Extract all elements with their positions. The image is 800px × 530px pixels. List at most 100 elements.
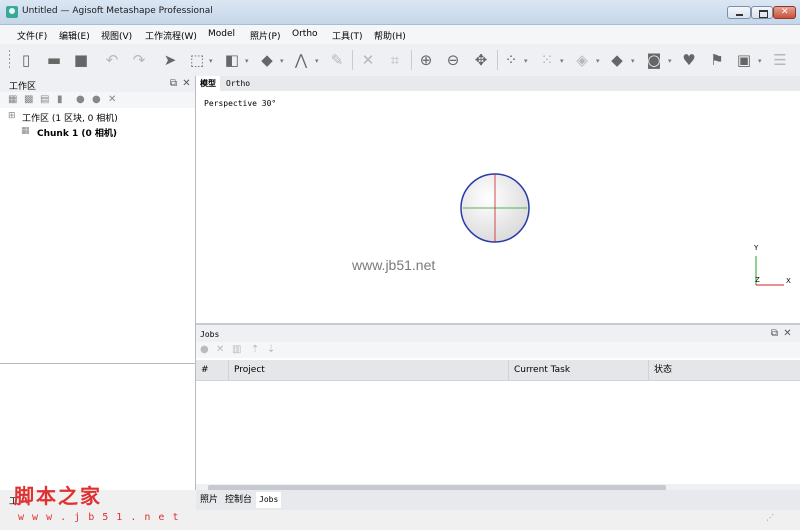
menu-bar: 文件(F) 编辑(E) 视图(V) 工作流程(W) Model 照片(P) Or…	[0, 25, 800, 44]
move-up-icon[interactable]: ⇡	[251, 344, 259, 355]
menu-tools[interactable]: 工具(T)	[332, 29, 363, 42]
watermark-text: www.jb51.net	[352, 257, 436, 273]
column-header[interactable]: 状态	[649, 360, 800, 380]
window-title: Untitled — Agisoft Metashape Professiona…	[22, 6, 213, 16]
polyline-icon[interactable]: ⋀	[291, 50, 311, 70]
model-viewport[interactable]: Perspective 30° www.jb51.net Y Z X	[196, 91, 800, 323]
chevron-down-icon[interactable]: ▾	[280, 57, 284, 65]
app-icon	[6, 6, 18, 18]
resize-grip-icon[interactable]: ⋰	[766, 513, 778, 523]
column-header[interactable]: #	[196, 360, 229, 380]
jobs-table-header: # Project Current Task 状态	[196, 360, 800, 381]
column-header[interactable]: Current Task	[509, 360, 649, 380]
add-folder-icon[interactable]: ▤	[40, 94, 49, 105]
menu-help[interactable]: 帮助(H)	[374, 29, 406, 42]
eraser-icon[interactable]: ✎	[327, 50, 347, 70]
chevron-down-icon[interactable]: ▾	[560, 57, 564, 65]
jobs-panel: Jobs ⧉ ✕ ● ✕ ▥ ⇡ ⇣ # Project Current Tas…	[196, 323, 800, 492]
tab-jobs[interactable]: Jobs	[256, 492, 282, 508]
new-document-icon[interactable]: ▯	[16, 50, 36, 70]
ruler-icon[interactable]: ◆	[257, 50, 277, 70]
crop-icon[interactable]: ⌗	[385, 50, 405, 70]
tab-model[interactable]: 模型	[196, 76, 220, 91]
menu-file[interactable]: 文件(F)	[17, 29, 47, 42]
main-toolbar: ▯ ▬ ■ ↶ ↷ ➤ ⬚ ▾ ◧ ▾ ◆ ▾ ⋀ ▾ ✎ ✕ ⌗ ⊕ ⊖ ✥ …	[0, 44, 800, 77]
workspace-title: 工作区	[9, 82, 37, 92]
camera-icon[interactable]: ◙	[644, 50, 664, 70]
jobs-toolbar: ● ✕ ▥ ⇡ ⇣	[196, 342, 800, 358]
zoom-in-icon[interactable]: ⊕	[416, 50, 436, 70]
add-photos-icon[interactable]: ▩	[24, 94, 33, 105]
chevron-down-icon[interactable]: ▾	[524, 57, 528, 65]
menu-photo[interactable]: 照片(P)	[250, 29, 280, 42]
chevron-down-icon[interactable]: ▾	[245, 57, 249, 65]
open-folder-icon[interactable]: ▬	[44, 50, 64, 70]
close-button[interactable]	[773, 6, 796, 19]
layers-icon[interactable]: ☰	[770, 50, 790, 70]
workspace-panel: 工作区 ⧉ ✕ ▦ ▩ ▤ ▮ ● ● ✕ ⊞ 工作区 (1 区块, 0 相机)…	[0, 76, 196, 530]
close-panel-icon[interactable]: ✕	[782, 328, 793, 339]
toolbar-separator	[411, 50, 412, 70]
reset-view-icon[interactable]: ✥	[471, 50, 491, 70]
tab-console[interactable]: 控制台	[222, 492, 255, 508]
remove-icon[interactable]: ✕	[108, 94, 116, 105]
tab-ortho[interactable]: Ortho	[222, 76, 254, 91]
axis-x-label: X	[786, 277, 791, 285]
trackball-sphere[interactable]	[458, 171, 532, 245]
delete-icon[interactable]: ✕	[358, 50, 378, 70]
close-panel-icon[interactable]: ✕	[181, 78, 192, 89]
start-icon[interactable]: ●	[200, 344, 209, 355]
add-chunk-icon[interactable]: ▦	[8, 94, 17, 105]
minimize-button[interactable]	[727, 6, 751, 19]
shapes-icon[interactable]: ♥	[679, 50, 699, 70]
workspace-toolbar: ▦ ▩ ▤ ▮ ● ● ✕	[0, 92, 195, 108]
stop-icon[interactable]: ✕	[216, 344, 224, 355]
undo-icon[interactable]: ↶	[102, 50, 122, 70]
toolbar-separator	[497, 50, 498, 70]
tab-photos[interactable]: 照片	[197, 492, 221, 508]
rectangle-select-icon[interactable]: ⬚	[187, 50, 207, 70]
toolbar-grip[interactable]	[9, 50, 10, 70]
chevron-down-icon[interactable]: ▾	[209, 57, 213, 65]
tree-root[interactable]: 工作区 (1 区块, 0 相机)	[22, 111, 118, 124]
menu-edit[interactable]: 编辑(E)	[59, 29, 90, 42]
menu-view[interactable]: 视图(V)	[101, 29, 132, 42]
chevron-down-icon[interactable]: ▾	[758, 57, 762, 65]
tiled-model-icon[interactable]: ◆	[607, 50, 627, 70]
show-points-icon[interactable]: ⁘	[501, 50, 521, 70]
disable-icon[interactable]: ●	[92, 94, 101, 105]
menu-workflow[interactable]: 工作流程(W)	[145, 29, 197, 42]
save-icon[interactable]: ■	[71, 50, 91, 70]
resize-region-icon[interactable]: ◧	[222, 50, 242, 70]
redo-icon[interactable]: ↷	[129, 50, 149, 70]
move-down-icon[interactable]: ⇣	[267, 344, 275, 355]
menu-ortho[interactable]: Ortho	[292, 29, 318, 39]
chevron-down-icon[interactable]: ▾	[315, 57, 319, 65]
show-images-icon[interactable]: ▣	[734, 50, 754, 70]
title-bar: Untitled — Agisoft Metashape Professiona…	[0, 0, 800, 25]
add-marker-icon[interactable]: ▮	[57, 94, 63, 105]
axis-z-label: Z	[755, 276, 760, 284]
undock-icon[interactable]: ⧉	[769, 328, 780, 339]
chevron-down-icon[interactable]: ▾	[596, 57, 600, 65]
menu-model[interactable]: Model	[208, 29, 235, 39]
dense-cloud-icon[interactable]: ⁙	[537, 50, 557, 70]
model-shaded-icon[interactable]: ◈	[572, 50, 592, 70]
bottom-tab-bar: 照片 控制台 Jobs	[196, 490, 800, 510]
panel-divider[interactable]	[0, 363, 195, 364]
column-header[interactable]: Project	[229, 360, 509, 380]
jobs-title: Jobs	[200, 330, 220, 339]
zoom-out-icon[interactable]: ⊖	[443, 50, 463, 70]
undock-icon[interactable]: ⧉	[168, 78, 179, 89]
view-tab-bar: 模型 Ortho	[196, 76, 800, 91]
chevron-down-icon[interactable]: ▾	[631, 57, 635, 65]
site-watermark-url: w w w . j b 5 1 . n e t	[18, 512, 180, 523]
tree-chunk[interactable]: Chunk 1 (0 相机)	[37, 126, 117, 139]
navigation-arrow-icon[interactable]: ➤	[160, 50, 180, 70]
chevron-down-icon[interactable]: ▾	[668, 57, 672, 65]
axis-y-label: Y	[754, 244, 759, 252]
markers-flag-icon[interactable]: ⚑	[707, 50, 727, 70]
delete-job-icon[interactable]: ▥	[232, 344, 241, 355]
maximize-button[interactable]	[751, 6, 773, 19]
enable-icon[interactable]: ●	[76, 94, 85, 105]
